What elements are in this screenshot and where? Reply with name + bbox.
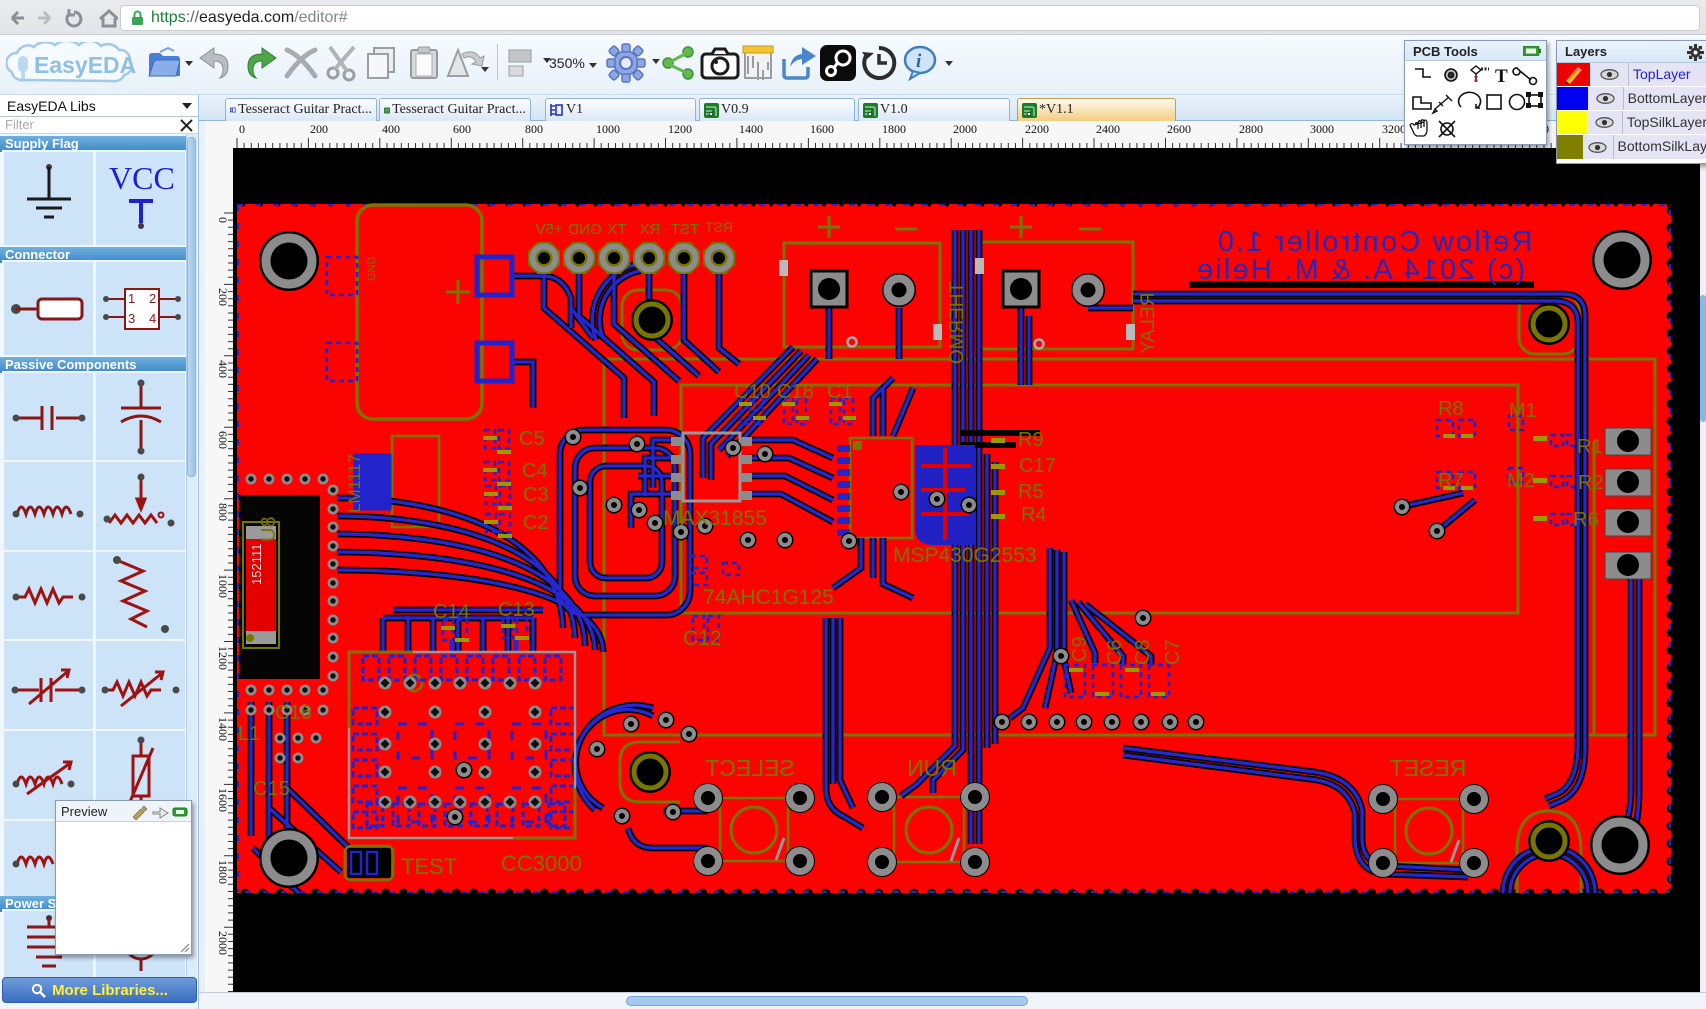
svg-text:C15: C15 bbox=[253, 778, 290, 800]
svg-text:C13: C13 bbox=[498, 599, 535, 621]
svg-text:1200: 1200 bbox=[668, 122, 692, 136]
svg-text:3200: 3200 bbox=[1382, 122, 1406, 136]
svg-text:L1: L1 bbox=[238, 723, 260, 745]
svg-text:GND: GND bbox=[366, 257, 378, 282]
svg-text:C7: C7 bbox=[1162, 639, 1184, 665]
svg-text:RESET: RESET bbox=[1390, 755, 1467, 781]
svg-text:C2: C2 bbox=[523, 512, 549, 534]
svg-text:200: 200 bbox=[216, 288, 230, 306]
svg-text:C8: C8 bbox=[1132, 639, 1154, 665]
svg-text:1200: 1200 bbox=[216, 646, 230, 670]
svg-text:THERMO: THERMO bbox=[947, 282, 968, 364]
svg-text:(c) 2014 A. & M. Helie: (c) 2014 A. & M. Helie bbox=[1195, 254, 1525, 286]
svg-text:CC3000: CC3000 bbox=[501, 851, 582, 876]
svg-text:SELECT: SELECT bbox=[705, 755, 794, 781]
svg-text:C4: C4 bbox=[522, 460, 548, 482]
svg-text:600: 600 bbox=[453, 122, 471, 136]
svg-text:C17: C17 bbox=[1019, 455, 1056, 477]
svg-text:MSP430G2553: MSP430G2553 bbox=[893, 544, 1037, 567]
svg-text:4: 4 bbox=[149, 311, 156, 326]
svg-text:800: 800 bbox=[525, 122, 543, 136]
svg-text:1000: 1000 bbox=[596, 122, 620, 136]
svg-text:2000: 2000 bbox=[216, 931, 230, 955]
svg-text:152111: 152111 bbox=[249, 544, 264, 585]
svg-text:2000: 2000 bbox=[953, 122, 977, 136]
svg-text:200: 200 bbox=[310, 122, 328, 136]
svg-text:1: 1 bbox=[128, 291, 135, 306]
svg-text:T: T bbox=[1495, 66, 1508, 87]
svg-text:RUN: RUN bbox=[907, 755, 957, 781]
svg-text:1000: 1000 bbox=[216, 574, 230, 598]
svg-text:400: 400 bbox=[382, 122, 400, 136]
svg-text:3: 3 bbox=[128, 311, 135, 326]
svg-text:800: 800 bbox=[216, 503, 230, 521]
svg-text:2200: 2200 bbox=[1025, 122, 1049, 136]
svg-text:2400: 2400 bbox=[1096, 122, 1120, 136]
svg-text:LM1117: LM1117 bbox=[345, 454, 364, 513]
svg-text:RELAY: RELAY bbox=[1138, 293, 1159, 354]
svg-text:TX: TX bbox=[607, 221, 626, 238]
svg-text:R9: R9 bbox=[1018, 429, 1044, 451]
svg-text:C10: C10 bbox=[734, 381, 771, 403]
svg-text:R4: R4 bbox=[1021, 504, 1047, 526]
svg-text:2: 2 bbox=[149, 291, 156, 306]
svg-text:R2: R2 bbox=[1578, 472, 1604, 494]
svg-text:0: 0 bbox=[239, 122, 245, 136]
svg-text:C3: C3 bbox=[523, 484, 549, 506]
svg-text:1400: 1400 bbox=[739, 122, 763, 136]
svg-text:C9: C9 bbox=[1069, 636, 1091, 662]
svg-text:RST: RST bbox=[705, 219, 733, 235]
svg-text:2600: 2600 bbox=[1167, 122, 1191, 136]
svg-text:3000: 3000 bbox=[1310, 122, 1334, 136]
svg-text:+5V: +5V bbox=[535, 221, 562, 238]
svg-text:74AHC1G125: 74AHC1G125 bbox=[703, 586, 834, 609]
svg-text:R1: R1 bbox=[1577, 436, 1603, 458]
svg-text:C12: C12 bbox=[683, 627, 722, 650]
svg-text:RX: RX bbox=[640, 221, 661, 238]
svg-text:M2: M2 bbox=[1507, 470, 1535, 492]
svg-text:TST: TST bbox=[671, 221, 699, 238]
svg-text:R5: R5 bbox=[1018, 481, 1044, 503]
svg-text:C14: C14 bbox=[433, 601, 470, 623]
svg-text:1800: 1800 bbox=[882, 122, 906, 136]
svg-text:U8: U8 bbox=[258, 516, 280, 542]
svg-text:MAX31855: MAX31855 bbox=[663, 507, 767, 530]
svg-text:R8: R8 bbox=[1438, 398, 1464, 420]
svg-text:C5: C5 bbox=[519, 428, 545, 450]
svg-text:i: i bbox=[916, 51, 922, 72]
svg-text:C16: C16 bbox=[275, 702, 312, 724]
svg-text:2800: 2800 bbox=[1239, 122, 1263, 136]
svg-text:VCC: VCC bbox=[109, 160, 175, 196]
svg-text:0: 0 bbox=[216, 217, 230, 223]
svg-text:1600: 1600 bbox=[810, 122, 834, 136]
svg-text:1800: 1800 bbox=[216, 860, 230, 884]
svg-text:M1: M1 bbox=[1509, 400, 1537, 422]
svg-text:GND: GND bbox=[568, 221, 602, 238]
svg-text:EasyEDA: EasyEDA bbox=[34, 52, 136, 78]
svg-text:1400: 1400 bbox=[216, 717, 230, 741]
svg-text:1600: 1600 bbox=[216, 788, 230, 812]
svg-text:600: 600 bbox=[216, 431, 230, 449]
svg-text:R7: R7 bbox=[1438, 470, 1464, 492]
svg-text:TEST: TEST bbox=[401, 854, 457, 879]
svg-text:C6: C6 bbox=[1104, 639, 1126, 665]
svg-text:C1: C1 bbox=[827, 381, 853, 403]
svg-text:400: 400 bbox=[216, 360, 230, 378]
svg-text:R6: R6 bbox=[1573, 509, 1599, 531]
svg-text:C18: C18 bbox=[777, 381, 814, 403]
